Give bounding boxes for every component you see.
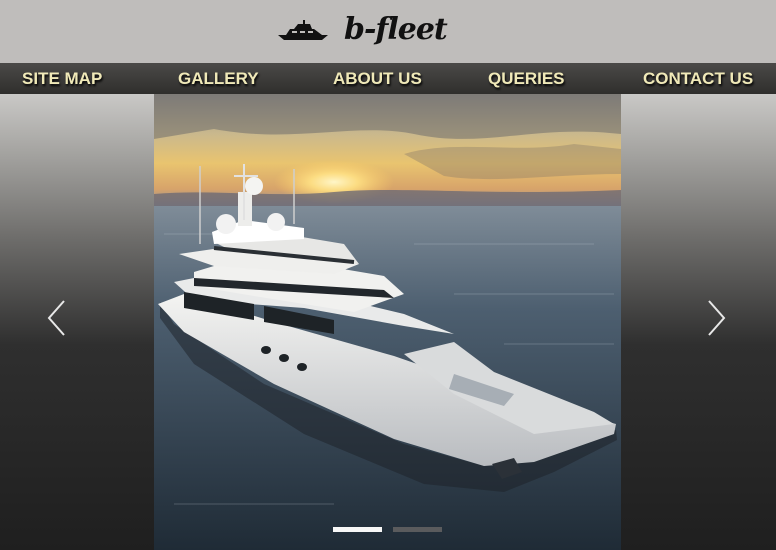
chevron-left-icon: [47, 300, 65, 336]
site-header: b-fleet: [0, 0, 776, 63]
chevron-right-icon: [708, 300, 726, 336]
carousel-indicator-2[interactable]: [393, 527, 442, 532]
nav-item-site-map[interactable]: SITE MAP: [22, 63, 102, 94]
nav-item-about-us[interactable]: ABOUT US: [333, 63, 422, 94]
main-nav: SITE MAP GALLERY ABOUT US QUERIES CONTAC…: [0, 63, 776, 94]
slide-image: [154, 94, 621, 550]
carousel-left-panel: [0, 94, 154, 550]
yacht-icon: [278, 19, 328, 40]
carousel-indicators: [154, 527, 621, 532]
carousel-right-panel: [621, 94, 776, 550]
brand-logo[interactable]: b-fleet: [276, 12, 448, 47]
carousel-next-button[interactable]: [705, 299, 727, 341]
nav-item-contact-us[interactable]: CONTACT US: [643, 63, 753, 94]
nav-item-gallery[interactable]: GALLERY: [178, 63, 259, 94]
nav-item-queries[interactable]: QUERIES: [488, 63, 565, 94]
carousel-indicator-1[interactable]: [333, 527, 382, 532]
brand-name: b-fleet: [344, 12, 448, 47]
carousel-prev-button[interactable]: [46, 299, 68, 341]
carousel-slide: [154, 94, 621, 550]
